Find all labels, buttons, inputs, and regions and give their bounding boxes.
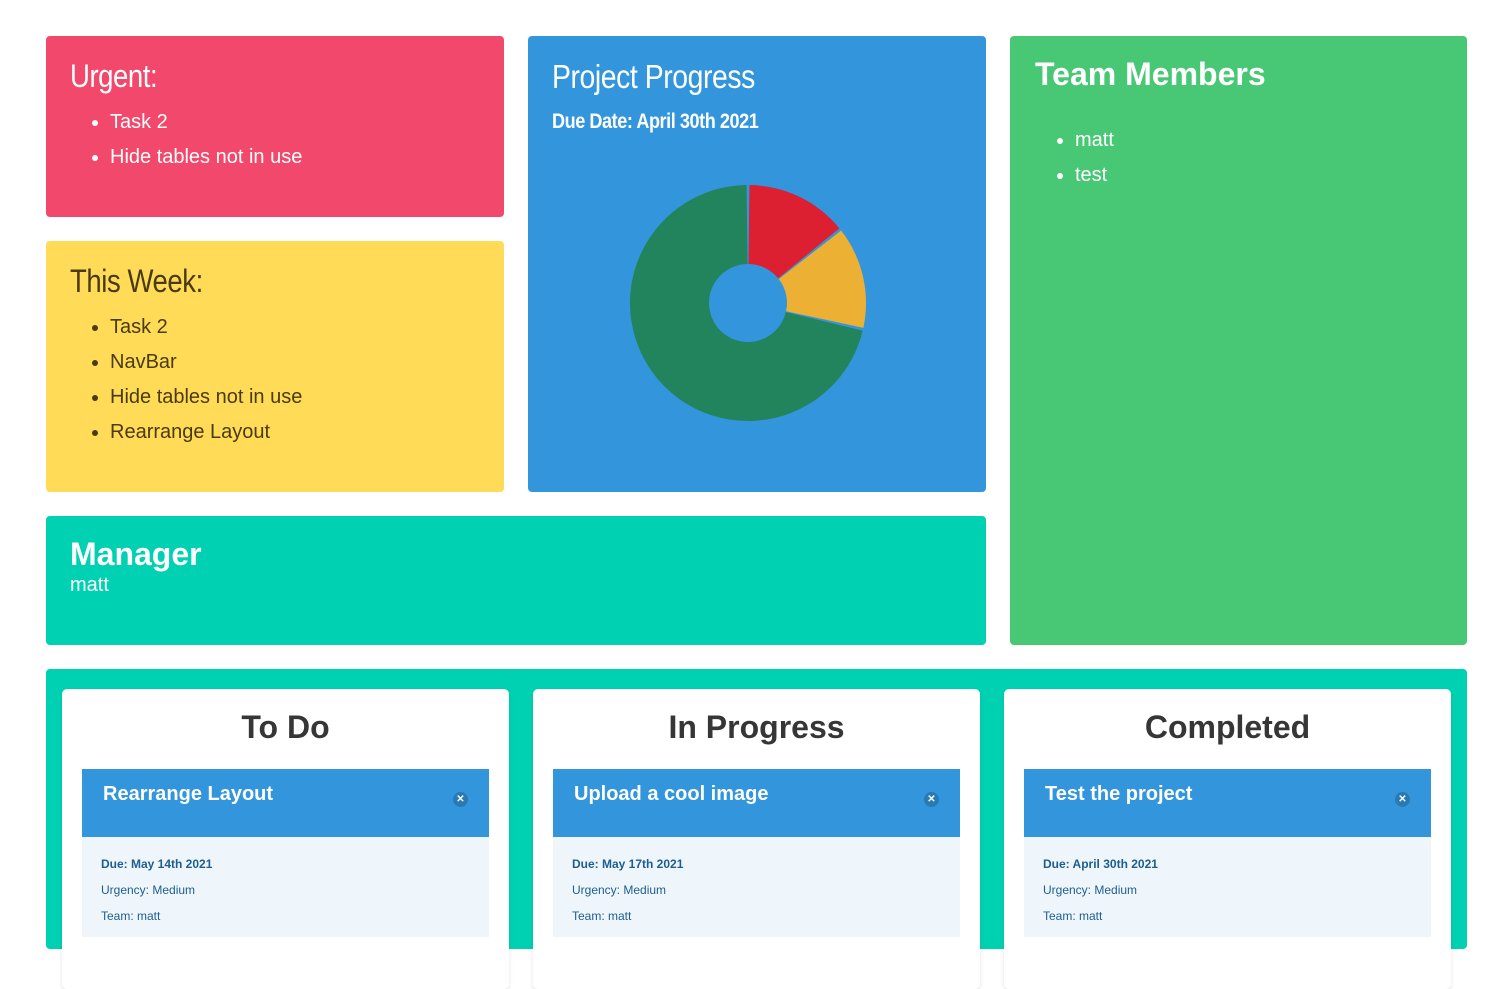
task-due: Due: May 14th 2021 [101, 857, 213, 871]
column-title: In Progress [668, 709, 845, 745]
list-item: NavBar [110, 345, 480, 380]
delete-icon[interactable]: ✕ [453, 792, 468, 807]
urgent-title: Urgent: [70, 58, 158, 94]
list-item: Rearrange Layout [110, 415, 480, 450]
task-card[interactable]: Test the project ✕ Due: April 30th 2021 … [1024, 769, 1431, 937]
this-week-card: This Week: Task 2 NavBar Hide tables not… [46, 241, 504, 492]
delete-icon[interactable]: ✕ [924, 792, 939, 807]
urgent-card: Urgent: Task 2 Hide tables not in use [46, 36, 504, 217]
team-members-title: Team Members [1035, 56, 1266, 92]
task-urgency: Urgency: Medium [572, 883, 667, 897]
column-todo: To Do Rearrange Layout ✕ Due: May 14th 2… [62, 689, 509, 989]
list-item: Hide tables not in use [110, 380, 480, 415]
manager-card: Manager matt [46, 516, 986, 645]
team-members-list: matt test [1035, 123, 1442, 193]
task-header: Rearrange Layout ✕ [82, 769, 489, 837]
list-item: Task 2 [110, 105, 480, 140]
task-due: Due: April 30th 2021 [1043, 857, 1158, 871]
task-team: Team: matt [101, 909, 161, 923]
this-week-list: Task 2 NavBar Hide tables not in use Rea… [70, 310, 480, 450]
project-progress-card: Project Progress Due Date: April 30th 20… [528, 36, 986, 492]
list-item: Hide tables not in use [110, 140, 480, 175]
due-date: Due Date: April 30th 2021 [552, 110, 759, 133]
task-body: Due: May 14th 2021 Urgency: Medium Team:… [82, 837, 489, 937]
task-card[interactable]: Rearrange Layout ✕ Due: May 14th 2021 Ur… [82, 769, 489, 937]
task-due: Due: May 17th 2021 [572, 857, 684, 871]
task-card[interactable]: Upload a cool image ✕ Due: May 17th 2021… [553, 769, 960, 937]
team-member: test [1075, 158, 1442, 193]
team-member: matt [1075, 123, 1442, 158]
team-members-card: Team Members matt test [1010, 36, 1467, 645]
task-body: Due: May 17th 2021 Urgency: Medium Team:… [553, 837, 960, 937]
column-in-progress: In Progress Upload a cool image ✕ Due: M… [533, 689, 980, 989]
project-progress-title: Project Progress [552, 58, 755, 95]
task-title: Rearrange Layout [103, 783, 274, 805]
column-title: To Do [241, 709, 330, 745]
urgent-list: Task 2 Hide tables not in use [70, 105, 480, 175]
manager-title: Manager [70, 536, 202, 572]
column-title: Completed [1144, 709, 1311, 745]
task-header: Test the project ✕ [1024, 769, 1431, 837]
manager-name: matt [70, 574, 109, 596]
task-header: Upload a cool image ✕ [553, 769, 960, 837]
task-urgency: Urgency: Medium [101, 883, 196, 897]
progress-donut-chart [630, 185, 866, 421]
list-item: Task 2 [110, 310, 480, 345]
task-team: Team: matt [572, 909, 632, 923]
task-team: Team: matt [1043, 909, 1103, 923]
task-title: Test the project [1045, 783, 1193, 805]
task-title: Upload a cool image [574, 783, 769, 805]
delete-icon[interactable]: ✕ [1395, 792, 1410, 807]
this-week-title: This Week: [70, 263, 203, 299]
task-board: To Do Rearrange Layout ✕ Due: May 14th 2… [46, 669, 1467, 989]
task-urgency: Urgency: Medium [1043, 883, 1138, 897]
task-body: Due: April 30th 2021 Urgency: Medium Tea… [1024, 837, 1431, 937]
column-completed: Completed Test the project ✕ Due: April … [1004, 689, 1451, 989]
